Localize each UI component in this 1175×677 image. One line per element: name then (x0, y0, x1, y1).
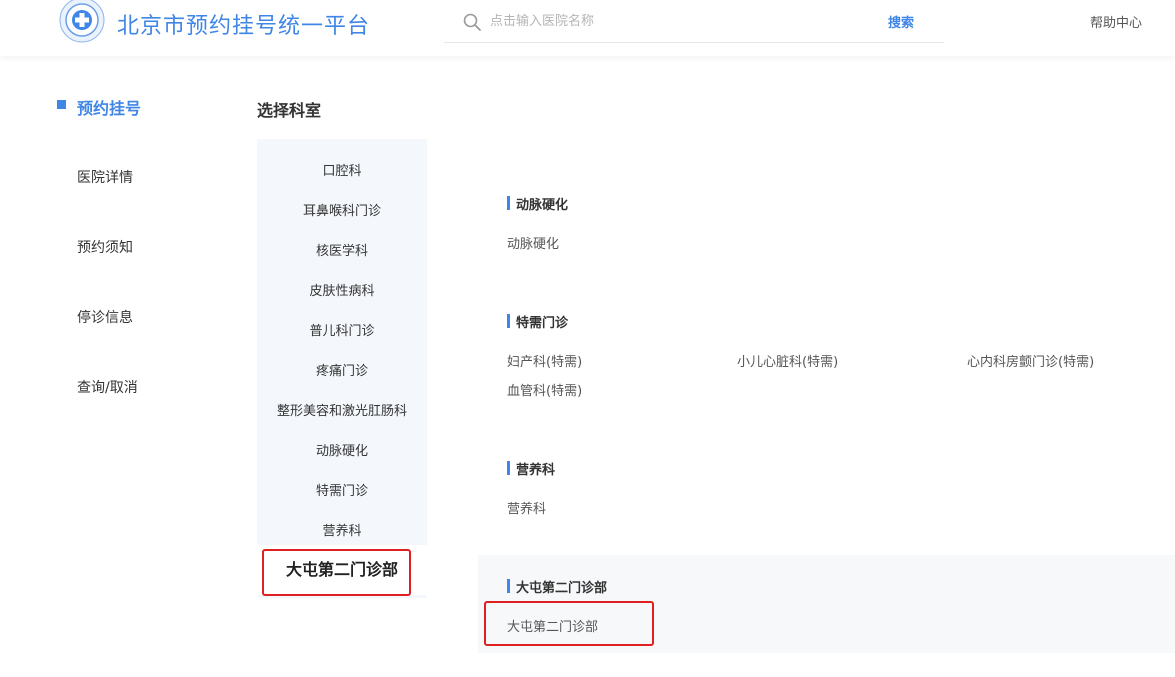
department-list: 口腔科 耳鼻喉科门诊 核医学科 皮肤性病科 普儿科门诊 疼痛门诊 整形美容和激光… (257, 139, 427, 598)
search-input[interactable] (490, 8, 870, 34)
department-item[interactable]: 动脉硬化 (257, 440, 427, 459)
nav-item-query-cancel[interactable]: 查询/取消 (77, 377, 138, 397)
nav-item-booking-notice[interactable]: 预约须知 (77, 237, 133, 257)
department-item[interactable]: 核医学科 (257, 240, 427, 259)
section-title: 选择科室 (257, 101, 322, 120)
top-header: 北京市预约挂号统一平台 搜索 帮助中心 (0, 0, 1175, 56)
hospital-logo-icon[interactable] (58, 0, 106, 44)
department-item[interactable]: 皮肤性病科 (257, 280, 427, 299)
nav-item-appointment[interactable]: 预约挂号 (77, 95, 141, 119)
department-item[interactable]: 营养科 (257, 520, 427, 539)
selected-department-highlight (262, 549, 411, 596)
department-item[interactable]: 特需门诊 (257, 480, 427, 499)
group-title: 特需门诊 (507, 312, 568, 331)
help-center-link[interactable]: 帮助中心 (1090, 12, 1142, 31)
nav-active-marker (57, 100, 66, 109)
sub-department-item[interactable]: 妇产科(特需) (507, 351, 582, 370)
group-title: 营养科 (507, 459, 555, 478)
sub-department-item[interactable]: 血管科(特需) (507, 380, 582, 399)
sub-department-item[interactable]: 小儿心脏科(特需) (737, 351, 838, 370)
sub-department-item[interactable]: 心内科房颤门诊(特需) (967, 351, 1094, 370)
brand-title[interactable]: 北京市预约挂号统一平台 (117, 8, 370, 40)
department-item[interactable]: 疼痛门诊 (257, 360, 427, 379)
nav-item-suspension-info[interactable]: 停诊信息 (77, 307, 133, 327)
department-item[interactable]: 整形美容和激光肛肠科 (257, 400, 427, 419)
search-icon (462, 12, 482, 32)
group-title: 大屯第二门诊部 (507, 577, 607, 596)
group-title: 动脉硬化 (507, 194, 568, 213)
sub-department-item[interactable]: 动脉硬化 (507, 233, 559, 252)
search-bar (444, 0, 944, 43)
department-item[interactable]: 耳鼻喉科门诊 (257, 200, 427, 219)
sub-department-item[interactable]: 营养科 (507, 498, 546, 517)
sub-department-highlight (484, 601, 654, 646)
department-item[interactable]: 口腔科 (257, 160, 427, 179)
search-button[interactable]: 搜索 (888, 12, 914, 31)
nav-item-hospital-details[interactable]: 医院详情 (77, 167, 133, 187)
department-item[interactable]: 普儿科门诊 (257, 320, 427, 339)
